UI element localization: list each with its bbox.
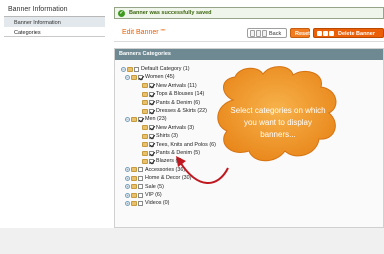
expand-icon[interactable]: + [125, 184, 130, 190]
category-label: Men (23) [145, 116, 167, 123]
category-node[interactable]: New Arrivals (3) [135, 124, 194, 132]
folder-icon [131, 116, 137, 122]
category-checkbox[interactable] [149, 83, 154, 89]
folder-icon [142, 150, 148, 156]
back-arrow-icons [250, 30, 267, 37]
success-check-icon: ✓ [118, 10, 125, 17]
collapse-icon[interactable]: − [125, 74, 130, 80]
expand-icon[interactable]: + [125, 200, 130, 206]
folder-icon [142, 91, 148, 97]
back-button-label: Back [269, 31, 282, 37]
page-footer-band [0, 228, 384, 254]
category-node[interactable]: − Women (45) [125, 73, 175, 81]
nav-prev-icon [256, 30, 261, 37]
sidebar-title: Banner Information [4, 3, 105, 17]
category-node[interactable]: New Arrivals (11) [135, 82, 197, 90]
folder-icon [131, 74, 137, 80]
category-checkbox[interactable] [149, 91, 154, 97]
category-label: New Arrivals (11) [156, 82, 197, 89]
expand-icon[interactable]: + [125, 167, 130, 173]
expand-icon[interactable]: + [125, 175, 130, 181]
collapse-icon[interactable]: − [125, 116, 130, 122]
category-label: Pants & Denim (6) [156, 99, 201, 106]
sidebar: Banner Information Banner Information Ca… [4, 3, 105, 37]
category-label: Dresses & Skirts (22) [156, 108, 207, 114]
callout-arrow-icon [176, 156, 229, 184]
delete-banner-label: Delete Banner [338, 31, 375, 37]
category-label: Women (45) [145, 74, 175, 81]
category-label: Tops & Blouses (14) [156, 91, 205, 98]
collapse-icon[interactable]: − [121, 66, 126, 72]
folder-icon [142, 83, 148, 89]
category-checkbox[interactable] [138, 175, 143, 181]
category-checkbox[interactable] [138, 167, 143, 173]
category-node[interactable]: − Men (23) [125, 115, 167, 123]
header-divider [114, 41, 384, 42]
nav-next-icon [262, 30, 267, 37]
category-node[interactable]: Pants & Denim (6) [135, 99, 200, 107]
category-checkbox[interactable] [138, 116, 143, 122]
category-label: Videos (0) [145, 200, 170, 207]
folder-icon [142, 108, 148, 114]
category-checkbox[interactable] [138, 184, 143, 190]
category-checkbox[interactable] [134, 66, 139, 72]
admin-frame: Banner Information Banner Information Ca… [0, 0, 384, 228]
success-message-text: Banner was successfully saved [129, 10, 212, 16]
category-checkbox[interactable] [149, 150, 154, 156]
delete-icon [317, 31, 322, 36]
category-label: Sale (5) [145, 183, 164, 190]
category-checkbox[interactable] [138, 74, 143, 80]
category-node[interactable]: Dresses & Skirts (22) [135, 107, 207, 115]
category-checkbox[interactable] [149, 125, 154, 131]
category-checkbox[interactable] [138, 200, 143, 206]
folder-icon [131, 175, 137, 181]
folder-icon [131, 184, 137, 190]
nav-first-icon [250, 30, 255, 37]
delete-icons [317, 31, 334, 36]
callout-text: Select categories on which you want to d… [230, 106, 326, 139]
expand-icon[interactable]: + [125, 192, 130, 198]
folder-icon [142, 125, 148, 131]
category-node[interactable]: − Default Category (1) [121, 65, 190, 73]
folder-icon [142, 133, 148, 139]
reset-button[interactable]: Reset [290, 28, 310, 38]
category-node[interactable]: Tees, Knits and Polos (6) [135, 141, 216, 149]
delete-icon [329, 31, 334, 36]
category-node[interactable]: + VIP (6) [125, 191, 162, 199]
sidebar-item-banner-information[interactable]: Banner Information [4, 17, 105, 27]
folder-icon [131, 200, 137, 206]
category-checkbox[interactable] [149, 133, 154, 139]
page-title: Edit Banner "" [122, 29, 166, 36]
category-node[interactable]: Tops & Blouses (14) [135, 90, 204, 98]
folder-icon [142, 142, 148, 148]
category-checkbox[interactable] [149, 142, 154, 148]
category-checkbox[interactable] [149, 100, 154, 106]
category-checkbox[interactable] [149, 108, 154, 114]
category-label: Default Category (1) [141, 66, 190, 72]
delete-icon [323, 31, 328, 36]
folder-icon [142, 158, 148, 164]
panel-title: Banners Categories [115, 49, 383, 60]
folder-icon [131, 192, 137, 198]
folder-icon [142, 100, 148, 106]
category-checkbox[interactable] [138, 192, 143, 198]
category-label: Shirts (3) [156, 133, 178, 140]
folder-icon [127, 66, 133, 72]
sidebar-item-categories[interactable]: Categories [4, 27, 105, 37]
folder-icon [131, 167, 137, 173]
category-label: VIP (6) [145, 192, 162, 198]
success-message: ✓ Banner was successfully saved [114, 7, 384, 19]
category-label: New Arrivals (3) [156, 124, 195, 131]
category-checkbox[interactable] [149, 158, 154, 164]
delete-banner-button[interactable]: Delete Banner [313, 28, 384, 38]
category-label: Tees, Knits and Polos (6) [156, 141, 216, 148]
category-node[interactable]: + Sale (5) [125, 183, 164, 191]
back-button[interactable]: Back [247, 28, 287, 38]
category-node[interactable]: Shirts (3) [135, 132, 178, 140]
category-node[interactable]: + Videos (0) [125, 199, 169, 207]
